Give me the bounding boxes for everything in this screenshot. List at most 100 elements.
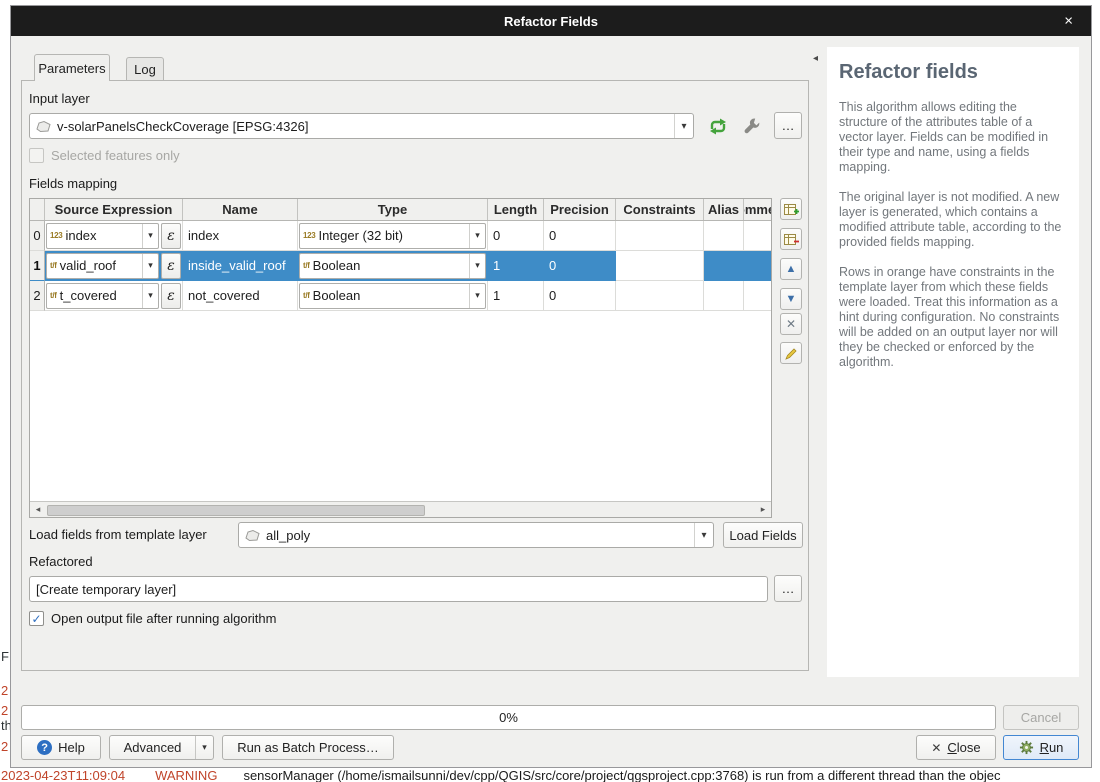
cancel-button[interactable]: Cancel [1003, 705, 1079, 730]
close-icon: ✕ [931, 741, 941, 755]
move-up-button[interactable]: ▲ [780, 258, 802, 280]
horizontal-scrollbar[interactable]: ◂ ▸ [30, 501, 771, 517]
close-button-label: Close [947, 740, 980, 755]
run-as-batch-button[interactable]: Run as Batch Process… [222, 735, 394, 760]
field-type-combo[interactable]: t/f Boolean ▾ [299, 253, 486, 279]
tab-log[interactable]: Log [126, 57, 164, 81]
output-path-input[interactable]: [Create temporary layer] [29, 576, 768, 602]
row-number[interactable]: 0 [30, 221, 45, 251]
field-type-icon: 123 [303, 231, 315, 240]
field-precision-cell[interactable]: 0 [544, 251, 616, 281]
expression-builder-button[interactable]: ε [161, 283, 181, 309]
source-expression-combo[interactable]: t/f valid_roof ▾ [46, 253, 159, 279]
wrench-icon [743, 117, 761, 135]
field-alias-cell[interactable] [704, 221, 744, 251]
scrollbar-thumb[interactable] [47, 505, 425, 516]
field-comment-cell[interactable] [744, 251, 771, 281]
field-name-cell[interactable]: inside_valid_roof [183, 251, 298, 281]
output-browse-button[interactable]: … [774, 575, 802, 602]
field-comment-cell[interactable] [744, 221, 771, 251]
chevron-down-icon: ▾ [469, 254, 485, 278]
chevron-down-icon: ▾ [142, 284, 158, 308]
field-type-value: Integer (32 bit) [318, 228, 403, 243]
open-output-label: Open output file after running algorithm [51, 611, 276, 626]
input-layer-combo[interactable]: v-solarPanelsCheckCoverage [EPSG:4326] ▾ [29, 113, 694, 139]
chevron-down-icon: ▾ [469, 224, 485, 248]
field-constraints-cell[interactable] [616, 221, 704, 251]
row-number[interactable]: 2 [30, 281, 45, 311]
expression-builder-button[interactable]: ε [161, 253, 181, 279]
input-layer-label: Input layer [29, 91, 90, 106]
expression-builder-button[interactable]: ε [161, 223, 181, 249]
progress-bar: 0% [21, 705, 996, 730]
column-header: Comment [744, 199, 771, 220]
field-comment-cell[interactable] [744, 281, 771, 311]
chevron-down-icon: ▾ [142, 224, 158, 248]
move-down-button[interactable]: ▼ [780, 288, 802, 310]
screen: F 2 2 th 2 2023-04-23T11:09:04WARNINGsen… [0, 0, 1100, 782]
refactor-fields-dialog: Refactor Fields × Parameters Log Input l… [10, 5, 1092, 768]
field-name-cell[interactable]: index [183, 221, 298, 251]
selected-features-label: Selected features only [51, 148, 180, 163]
source-expression-combo[interactable]: 123 index ▾ [46, 223, 159, 249]
input-layer-browse-button[interactable]: … [774, 112, 802, 139]
log-timestamp: 2023-04-23T11:09:04 [1, 768, 125, 782]
load-fields-button[interactable]: Load Fields [723, 522, 803, 548]
pencil-icon [785, 347, 798, 360]
chevron-down-icon: ▾ [142, 254, 158, 278]
source-expression-combo[interactable]: t/f t_covered ▾ [46, 283, 159, 309]
field-name-cell[interactable]: not_covered [183, 281, 298, 311]
template-layer-combo[interactable]: all_poly ▾ [238, 522, 714, 548]
reset-fields-button[interactable]: ✕ [780, 313, 802, 335]
remove-field-button[interactable] [780, 228, 802, 250]
column-header: Length [488, 199, 544, 220]
field-precision-cell[interactable]: 0 [544, 281, 616, 311]
dialog-titlebar[interactable]: Refactor Fields × [11, 6, 1091, 36]
collapse-help-panel-button[interactable]: ◂ [813, 53, 818, 64]
invert-selection-button[interactable] [780, 342, 802, 364]
close-button[interactable]: ✕ Close [916, 735, 996, 760]
chevron-down-icon: ▾ [469, 284, 485, 308]
advanced-button[interactable]: Advanced ▾ [109, 735, 214, 760]
log-level: WARNING [155, 768, 217, 782]
help-paragraph: The original layer is not modified. A ne… [839, 190, 1065, 250]
question-icon: ? [37, 740, 52, 755]
open-output-checkbox[interactable]: ✓ Open output file after running algorit… [29, 611, 276, 626]
advanced-dropdown-arrow[interactable]: ▾ [195, 736, 213, 759]
iterate-layer-button[interactable] [705, 114, 731, 138]
run-icon [1019, 740, 1034, 755]
field-constraints-cell[interactable] [616, 281, 704, 311]
field-alias-cell[interactable] [704, 281, 744, 311]
fields-mapping-table: Source Expression Name Type Length Preci… [29, 198, 772, 518]
titlebar-close-button[interactable]: × [1064, 13, 1073, 30]
field-type-icon: t/f [303, 291, 310, 300]
add-field-button[interactable] [780, 198, 802, 220]
field-length-cell[interactable]: 1 [488, 251, 544, 281]
field-length-cell[interactable]: 1 [488, 281, 544, 311]
field-type-combo[interactable]: 123 Integer (32 bit) ▾ [299, 223, 486, 249]
tab-parameters[interactable]: Parameters [34, 54, 110, 81]
scrollbar-right-arrow[interactable]: ▸ [755, 502, 771, 517]
field-constraints-cell[interactable] [616, 251, 704, 281]
input-layer-value: v-solarPanelsCheckCoverage [EPSG:4326] [57, 119, 308, 134]
row-number[interactable]: 1 [30, 251, 45, 281]
table-minus-icon [784, 233, 799, 246]
scrollbar-left-arrow[interactable]: ◂ [30, 502, 46, 517]
help-button[interactable]: ? Help [21, 735, 101, 760]
field-type-icon: t/f [50, 291, 57, 300]
selected-features-checkbox[interactable]: Selected features only [29, 148, 180, 163]
help-panel: Refactor fields This algorithm allows ed… [827, 47, 1079, 677]
corner-header [30, 199, 45, 220]
column-header: Precision [544, 199, 616, 220]
cross-icon: ✕ [786, 317, 796, 331]
background-log-fragment: 2 [1, 739, 8, 754]
field-type-combo[interactable]: t/f Boolean ▾ [299, 283, 486, 309]
field-alias-cell[interactable] [704, 251, 744, 281]
dialog-title: Refactor Fields [504, 14, 598, 29]
field-type-icon: t/f [50, 261, 57, 270]
run-button[interactable]: Run [1003, 735, 1079, 760]
background-log-fragment: 2 [1, 683, 8, 698]
field-precision-cell[interactable]: 0 [544, 221, 616, 251]
advanced-options-button[interactable] [739, 114, 765, 138]
field-length-cell[interactable]: 0 [488, 221, 544, 251]
